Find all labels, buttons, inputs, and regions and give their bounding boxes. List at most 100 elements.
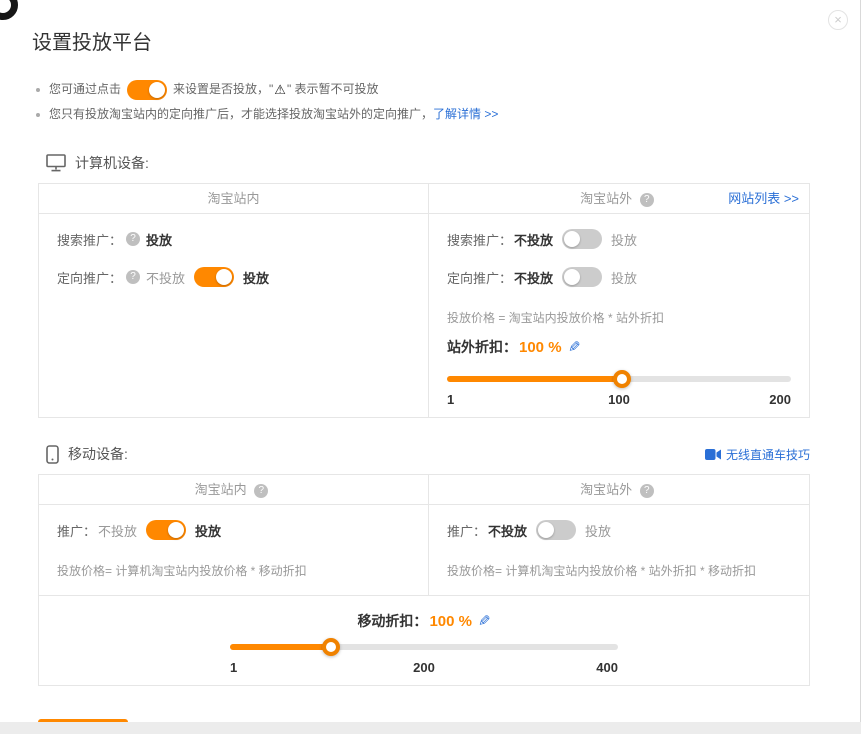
toggle-knob — [149, 82, 165, 98]
computer-offsite-target-row: 定向推广： 不投放 投放 — [447, 258, 809, 296]
bullet-icon — [36, 88, 40, 92]
site-list-link[interactable]: 网站列表 >> — [728, 184, 799, 214]
offsite-price-formula: 投放价格 = 淘宝站内投放价格 * 站外折扣 — [447, 302, 809, 332]
mobile-offsite-formula: 投放价格= 计算机淘宝站内投放价格 * 站外折扣 * 移动折扣 — [447, 555, 809, 585]
edit-icon[interactable]: ✎ — [568, 338, 581, 356]
slider-track[interactable] — [230, 644, 618, 650]
promo-label: 推广： — [57, 521, 96, 540]
toggle-knob — [168, 522, 184, 538]
toggle-knob — [564, 269, 580, 285]
computer-offsite-search-row: 搜索推广： 不投放 投放 — [447, 220, 809, 258]
mobile-offsite-cell: 推广： 不投放 投放 投放价格= 计算机淘宝站内投放价格 * 站外折扣 * 移动… — [429, 505, 809, 595]
computer-onsite-search-row: 搜索推广： ? 投放 — [57, 220, 428, 258]
note2-text: 您只有投放淘宝站内的定向推广后，才能选择投放淘宝站外的定向推广， — [49, 102, 433, 127]
mobile-offsite-header: 淘宝站外 — [580, 482, 632, 497]
slider-max-label: 200 — [769, 392, 791, 407]
offsite-slider-labels: 1 100 200 — [447, 392, 791, 407]
on-label: 投放 — [611, 230, 637, 249]
slider-min-label: 1 — [447, 392, 454, 407]
mobile-table-header: 淘宝站内 ? 淘宝站外 ? — [39, 475, 809, 505]
mobile-discount-slider[interactable] — [230, 638, 618, 656]
mobile-onsite-promo-row: 推广： 不投放 投放 — [57, 511, 428, 549]
note-line-2: 您只有投放淘宝站内的定向推广后，才能选择投放淘宝站外的定向推广， 了解详情 >> — [36, 102, 860, 127]
computer-icon — [46, 154, 66, 172]
computer-offsite-cell: 搜索推广： 不投放 投放 定向推广： 不投放 投放 投放价格 = 淘宝站内投放价… — [429, 214, 809, 417]
mobile-onsite-formula: 投放价格= 计算机淘宝站内投放价格 * 移动折扣 — [57, 555, 428, 585]
on-label: 投放 — [195, 521, 221, 540]
note-line-1: 您可通过点击 来设置是否投放，" ⚠ " 表示暂不可投放 — [36, 77, 860, 102]
computer-section-header: 计算机设备: — [38, 153, 810, 173]
help-icon[interactable]: ? — [254, 484, 268, 498]
bullet-icon — [36, 113, 40, 117]
close-icon[interactable]: × — [828, 10, 848, 30]
slider-min-label: 1 — [230, 660, 237, 675]
save-settings-button[interactable]: 保存设置 — [38, 719, 128, 722]
offsite-discount-line: 站外折扣： 100 % ✎ — [447, 332, 809, 362]
warning-icon: ⚠ — [274, 77, 286, 102]
computer-onsite-target-row: 定向推广： ? 不投放 投放 — [57, 258, 428, 296]
promo-label: 推广： — [447, 521, 486, 540]
help-icon[interactable]: ? — [126, 270, 140, 284]
mobile-offsite-header-cell: 淘宝站外 ? — [429, 475, 809, 504]
mobile-discount-row: 移动折扣： 100 % ✎ 1 200 400 — [39, 595, 809, 685]
slider-handle[interactable] — [322, 638, 340, 656]
help-icon[interactable]: ? — [640, 484, 654, 498]
edit-icon[interactable]: ✎ — [478, 612, 491, 630]
computer-table-header: 淘宝站内 淘宝站外 ? 网站列表 >> — [39, 184, 809, 214]
target-promo-label: 定向推广： — [57, 268, 122, 287]
computer-offsite-header: 淘宝站外 — [580, 191, 632, 206]
computer-offsite-header-cell: 淘宝站外 ? 网站列表 >> — [429, 184, 809, 213]
note1-prefix: 您可通过点击 — [49, 77, 121, 102]
example-toggle-icon — [127, 80, 167, 100]
computer-onsite-cell: 搜索推广： ? 投放 定向推广： ? 不投放 投放 — [39, 214, 429, 417]
video-icon — [705, 449, 721, 460]
notes-block: 您可通过点击 来设置是否投放，" ⚠ " 表示暂不可投放 您只有投放淘宝站内的定… — [36, 77, 860, 127]
computer-table: 淘宝站内 淘宝站外 ? 网站列表 >> 搜索推广： ? 投放 定向推广： ? 不… — [38, 183, 810, 418]
computer-onsite-header: 淘宝站内 — [207, 191, 259, 206]
help-icon[interactable]: ? — [640, 193, 654, 207]
set-platform-dialog: × 设置投放平台 您可通过点击 来设置是否投放，" ⚠ " 表示暂不可投放 您只… — [0, 0, 861, 722]
offsite-discount-slider[interactable] — [447, 370, 791, 388]
search-promo-label: 搜索推广： — [57, 230, 122, 249]
off-label: 不投放 — [514, 268, 553, 287]
slider-fill — [230, 644, 331, 650]
page-title: 设置投放平台 — [0, 0, 860, 55]
off-label: 不投放 — [514, 230, 553, 249]
toggle-knob — [216, 269, 232, 285]
mobile-discount-label: 移动折扣： — [357, 611, 427, 631]
mobile-table: 淘宝站内 ? 淘宝站外 ? 推广： 不投放 投放 投放价格= 计算机淘宝站内投放… — [38, 474, 810, 686]
mobile-section-title: 移动设备: — [68, 444, 128, 464]
on-label: 投放 — [585, 521, 611, 540]
mobile-offsite-promo-row: 推广： 不投放 投放 — [447, 511, 809, 549]
off-label: 不投放 — [146, 268, 185, 287]
mobile-offsite-promo-toggle[interactable] — [536, 520, 576, 540]
on-label: 投放 — [611, 268, 637, 287]
mobile-icon — [46, 445, 59, 464]
toggle-knob — [564, 231, 580, 247]
help-icon[interactable]: ? — [126, 232, 140, 246]
learn-more-link[interactable]: 了解详情 >> — [433, 102, 498, 127]
mobile-onsite-header: 淘宝站内 — [195, 482, 247, 497]
mobile-onsite-promo-toggle[interactable] — [146, 520, 186, 540]
slider-mid-label: 200 — [413, 660, 435, 675]
mobile-section-header: 移动设备: 无线直通车技巧 — [38, 444, 810, 464]
target-promo-label: 定向推广： — [447, 268, 512, 287]
off-label: 不投放 — [98, 521, 137, 540]
search-promo-state: 投放 — [146, 230, 172, 249]
computer-onsite-target-toggle[interactable] — [194, 267, 234, 287]
computer-offsite-target-toggle[interactable] — [562, 267, 602, 287]
slider-mid-label: 100 — [608, 392, 630, 407]
slider-handle[interactable] — [613, 370, 631, 388]
wireless-tips-link[interactable]: 无线直通车技巧 — [705, 446, 810, 463]
on-label: 投放 — [243, 268, 269, 287]
slider-fill — [447, 376, 622, 382]
wireless-tips-label: 无线直通车技巧 — [726, 446, 810, 463]
off-label: 不投放 — [488, 521, 527, 540]
computer-onsite-header-cell: 淘宝站内 — [39, 184, 429, 213]
offsite-discount-label: 站外折扣： — [447, 337, 517, 357]
search-promo-label: 搜索推广： — [447, 230, 512, 249]
offsite-discount-value: 100 % — [519, 339, 562, 356]
computer-section-title: 计算机设备: — [75, 153, 149, 173]
note1-mid: 来设置是否投放，" — [173, 77, 273, 102]
computer-offsite-search-toggle[interactable] — [562, 229, 602, 249]
